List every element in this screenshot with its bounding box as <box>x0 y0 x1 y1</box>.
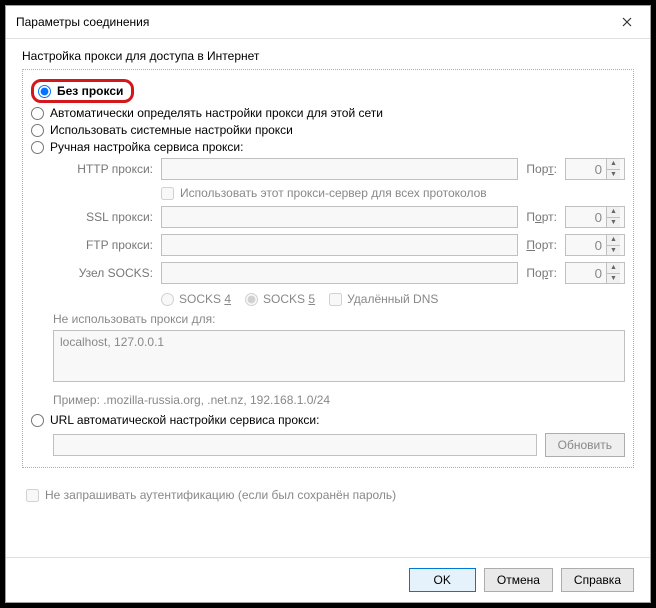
spinner-up-icon[interactable]: ▲ <box>607 159 620 170</box>
socks4-label: SOCKS 4 <box>179 292 231 306</box>
radio-no-proxy[interactable] <box>38 85 51 98</box>
noproxy-label: Не использовать прокси для: <box>53 312 625 326</box>
socks5-label: SOCKS 5 <box>263 292 315 306</box>
window-title: Параметры соединения <box>16 15 149 29</box>
ftp-host-input[interactable] <box>161 234 518 256</box>
no-auth-checkbox[interactable] <box>26 489 39 502</box>
spinner-up-icon[interactable]: ▲ <box>607 207 620 218</box>
close-button[interactable] <box>612 12 642 32</box>
ssl-host-input[interactable] <box>161 206 518 228</box>
spinner-down-icon[interactable]: ▼ <box>607 170 620 180</box>
radio-auto-detect-label[interactable]: Автоматически определять настройки прокс… <box>50 106 383 120</box>
connection-settings-window: Параметры соединения Настройка прокси дл… <box>5 5 651 603</box>
http-host-input[interactable] <box>161 158 518 180</box>
ftp-port-label: Порт: <box>526 238 557 252</box>
http-port-spinner[interactable]: ▲▼ <box>565 158 625 180</box>
radio-system-row: Использовать системные настройки прокси <box>31 123 625 137</box>
socks-version-row: SOCKS 4 SOCKS 5 Удалённый DNS <box>161 292 625 306</box>
content-area: Настройка прокси для доступа в Интернет … <box>6 39 650 557</box>
radio-auto-detect[interactable] <box>31 107 44 120</box>
radio-auto-url-label[interactable]: URL автоматической настройки сервиса про… <box>50 413 319 427</box>
radio-auto-url-row: URL автоматической настройки сервиса про… <box>31 413 625 427</box>
radio-auto-url[interactable] <box>31 414 44 427</box>
section-title: Настройка прокси для доступа в Интернет <box>22 49 634 63</box>
spinner-down-icon[interactable]: ▼ <box>607 218 620 228</box>
http-label: HTTP прокси: <box>53 162 153 176</box>
no-auth-row: Не запрашивать аутентификацию (если был … <box>26 488 634 502</box>
use-for-all-row: Использовать этот прокси-сервер для всех… <box>161 186 625 200</box>
use-for-all-label: Использовать этот прокси-сервер для всех… <box>180 186 487 200</box>
reload-button[interactable]: Обновить <box>545 433 625 457</box>
socks-host-input[interactable] <box>161 262 518 284</box>
radio-socks4[interactable] <box>161 293 174 306</box>
radio-manual-label[interactable]: Ручная настройка сервиса прокси: <box>50 140 243 154</box>
socks-port-input[interactable] <box>566 263 606 283</box>
radio-no-proxy-label[interactable]: Без прокси <box>57 84 123 98</box>
ssl-label: SSL прокси: <box>53 210 153 224</box>
auto-url-row: Обновить <box>53 433 625 457</box>
socks-port-spinner[interactable]: ▲▼ <box>565 262 625 284</box>
spinner-up-icon[interactable]: ▲ <box>607 263 620 274</box>
http-port-input[interactable] <box>566 159 606 179</box>
help-button[interactable]: Справка <box>561 568 634 592</box>
no-auth-label: Не запрашивать аутентификацию (если был … <box>45 488 396 502</box>
spinner-down-icon[interactable]: ▼ <box>607 274 620 284</box>
remote-dns-checkbox[interactable] <box>329 293 342 306</box>
noproxy-example: Пример: .mozilla-russia.org, .net.nz, 19… <box>53 393 625 407</box>
cancel-button[interactable]: Отмена <box>484 568 553 592</box>
no-proxy-highlight: Без прокси <box>31 79 134 103</box>
titlebar: Параметры соединения <box>6 6 650 39</box>
ssl-port-spinner[interactable]: ▲▼ <box>565 206 625 228</box>
remote-dns-label: Удалённый DNS <box>347 292 438 306</box>
spinner-up-icon[interactable]: ▲ <box>607 235 620 246</box>
radio-no-proxy-row: Без прокси <box>31 79 625 103</box>
noproxy-section: Не использовать прокси для: Пример: .moz… <box>53 312 625 407</box>
radio-manual[interactable] <box>31 141 44 154</box>
ftp-port-input[interactable] <box>566 235 606 255</box>
radio-manual-row: Ручная настройка сервиса прокси: <box>31 140 625 154</box>
socks-port-label: Порт: <box>526 266 557 280</box>
ssl-port-input[interactable] <box>566 207 606 227</box>
proxy-fieldset: Без прокси Автоматически определять наст… <box>22 69 634 468</box>
ssl-port-label: Порт: <box>526 210 557 224</box>
ftp-label: FTP прокси: <box>53 238 153 252</box>
footer: OK Отмена Справка <box>6 557 650 602</box>
noproxy-textarea[interactable] <box>53 330 625 382</box>
spinner-down-icon[interactable]: ▼ <box>607 246 620 256</box>
socks-label: Узел SOCKS: <box>53 266 153 280</box>
close-icon <box>622 17 632 27</box>
radio-auto-detect-row: Автоматически определять настройки прокс… <box>31 106 625 120</box>
http-port-label: Порт: <box>526 162 557 176</box>
use-for-all-checkbox[interactable] <box>161 187 174 200</box>
radio-socks5[interactable] <box>245 293 258 306</box>
auto-url-input[interactable] <box>53 434 537 456</box>
radio-system[interactable] <box>31 124 44 137</box>
proxy-grid: HTTP прокси: Порт: ▲▼ Использовать этот … <box>53 158 625 306</box>
ftp-port-spinner[interactable]: ▲▼ <box>565 234 625 256</box>
ok-button[interactable]: OK <box>409 568 476 592</box>
radio-system-label[interactable]: Использовать системные настройки прокси <box>50 123 293 137</box>
